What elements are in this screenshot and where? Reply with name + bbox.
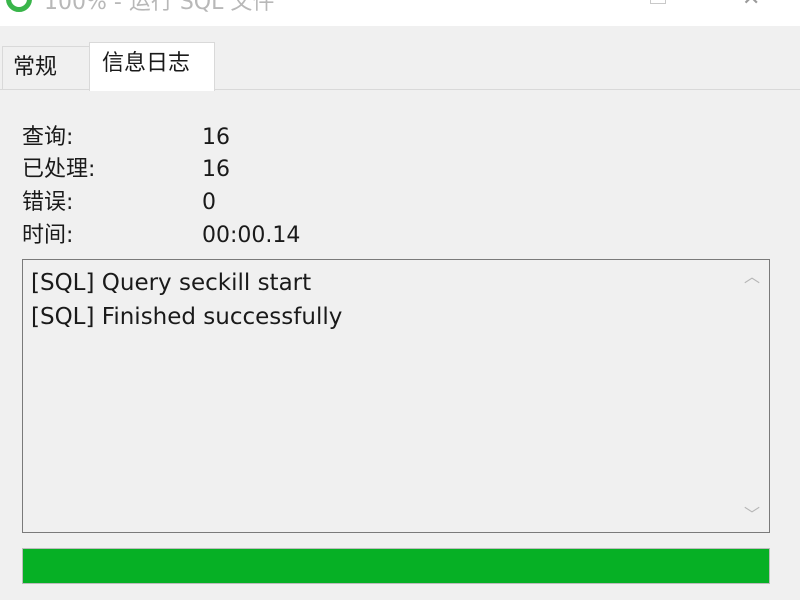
stat-label: 已处理:: [22, 157, 96, 182]
stat-time: 时间: 00:00.14: [22, 224, 300, 248]
tab-general[interactable]: 常规: [2, 46, 90, 90]
maximize-button[interactable]: [650, 0, 666, 4]
chevron-up-icon[interactable]: ︿: [743, 269, 761, 285]
stat-label: 查询:: [22, 125, 74, 150]
stat-processed: 已处理: 16: [22, 158, 230, 182]
stat-value: 16: [202, 125, 230, 150]
stat-value: 00:00.14: [202, 223, 301, 248]
log-line: [SQL] Finished successfully: [31, 304, 343, 330]
title-bar[interactable]: 100% - 运行 SQL 文件 ✕: [0, 0, 800, 26]
stat-queries: 查询: 16: [22, 126, 230, 150]
run-sql-file-window: 100% - 运行 SQL 文件 ✕ 常规 信息日志 查询: 16 已处理: 16 …: [0, 0, 800, 600]
progress-fill: [23, 549, 769, 583]
message-log-pane: 查询: 16 已处理: 16 错误: 0 时间: 00:00.14 [SQL] Quer…: [0, 89, 800, 600]
log-line: [SQL] Query seckill start: [31, 270, 312, 296]
stat-label: 时间:: [22, 223, 74, 248]
stat-value: 0: [202, 190, 216, 215]
progress-bar: [22, 548, 770, 584]
tab-message-log[interactable]: 信息日志: [89, 42, 215, 91]
stat-value: 16: [202, 157, 230, 182]
window-title: 100% - 运行 SQL 文件: [44, 0, 275, 15]
stat-label: 错误:: [22, 190, 74, 215]
chevron-down-icon[interactable]: ﹀: [743, 507, 761, 523]
close-icon[interactable]: ✕: [742, 0, 760, 10]
tab-general-label: 常规: [13, 55, 58, 80]
tab-message-log-label: 信息日志: [102, 51, 191, 76]
log-lines: [SQL] Query seckill start [SQL] Finished…: [31, 266, 342, 334]
tab-strip: 常规 信息日志: [0, 26, 800, 91]
app-icon: [6, 0, 32, 12]
stat-errors: 错误: 0: [22, 191, 216, 215]
log-textarea[interactable]: [SQL] Query seckill start [SQL] Finished…: [22, 259, 770, 533]
